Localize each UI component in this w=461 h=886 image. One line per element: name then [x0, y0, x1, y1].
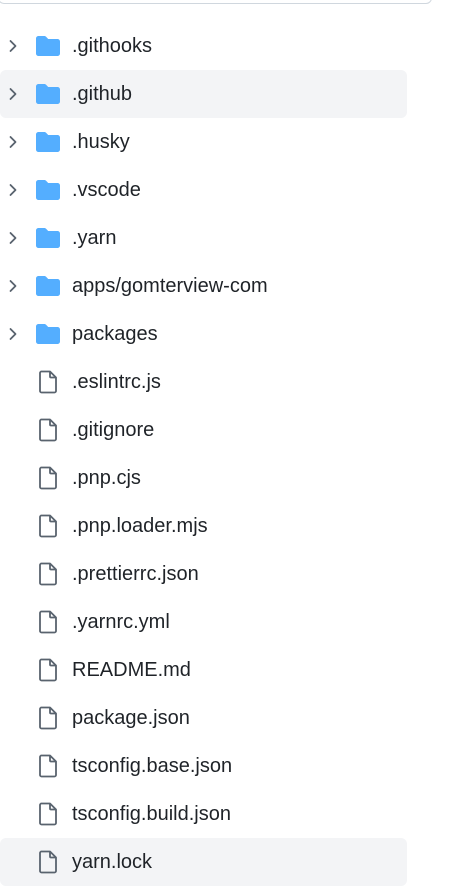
file-icon	[34, 850, 62, 874]
chevron-right-icon[interactable]	[6, 183, 20, 197]
tree-row-file[interactable]: .prettierrc.json	[0, 550, 461, 598]
chevron-right-icon[interactable]	[6, 87, 20, 101]
tree-row-folder[interactable]: .github	[0, 70, 461, 118]
folder-icon	[34, 34, 62, 58]
chevron-right-icon[interactable]	[6, 39, 20, 53]
tree-item-name: .husky	[72, 131, 130, 153]
tree-row-file[interactable]: .eslintrc.js	[0, 358, 461, 406]
tree-item-name: .github	[72, 83, 133, 105]
tree-row-file[interactable]: package.json	[0, 694, 461, 742]
tree-item-name: yarn.lock	[72, 851, 153, 873]
tree-row-folder[interactable]: .yarn	[0, 214, 461, 262]
tree-item-name: .vscode	[72, 179, 141, 201]
tree-row-file[interactable]: tsconfig.build.json	[0, 790, 461, 838]
tree-row-file[interactable]: yarn.lock	[0, 838, 461, 886]
file-tree: .githooks .github .husky .vscode .yarn apps/g…	[0, 22, 461, 886]
tree-row-file[interactable]: .yarnrc.yml	[0, 598, 461, 646]
file-icon	[34, 754, 62, 778]
chevron-right-icon[interactable]	[6, 231, 20, 245]
folder-icon	[34, 82, 62, 106]
tree-row-folder[interactable]: .husky	[0, 118, 461, 166]
file-icon	[34, 370, 62, 394]
tree-row-file[interactable]: .pnp.cjs	[0, 454, 461, 502]
file-icon	[34, 418, 62, 442]
file-tree-panel-border	[0, 0, 432, 4]
folder-icon	[34, 178, 62, 202]
tree-item-name: .gitignore	[72, 419, 155, 441]
tree-row-folder[interactable]: .githooks	[0, 22, 461, 70]
chevron-right-icon[interactable]	[6, 135, 20, 149]
tree-item-name: apps/gomterview-com	[72, 275, 268, 297]
tree-item-name: README.md	[72, 659, 191, 681]
tree-item-name: package.json	[72, 707, 190, 729]
tree-row-folder[interactable]: apps/gomterview-com	[0, 262, 461, 310]
file-icon	[34, 514, 62, 538]
tree-item-name: .yarnrc.yml	[72, 611, 170, 633]
tree-item-name: tsconfig.build.json	[72, 803, 231, 825]
folder-icon	[34, 226, 62, 250]
folder-icon	[34, 130, 62, 154]
chevron-right-icon[interactable]	[6, 327, 20, 341]
file-icon	[34, 610, 62, 634]
tree-row-file[interactable]: README.md	[0, 646, 461, 694]
file-icon	[34, 658, 62, 682]
tree-row-file[interactable]: .gitignore	[0, 406, 461, 454]
folder-icon	[34, 274, 62, 298]
tree-row-file[interactable]: tsconfig.base.json	[0, 742, 461, 790]
folder-icon	[34, 322, 62, 346]
tree-row-folder[interactable]: .vscode	[0, 166, 461, 214]
chevron-right-icon[interactable]	[6, 279, 20, 293]
tree-item-name: .prettierrc.json	[72, 563, 199, 585]
file-icon	[34, 562, 62, 586]
tree-row-file[interactable]: .pnp.loader.mjs	[0, 502, 461, 550]
tree-item-name: .pnp.loader.mjs	[72, 515, 208, 537]
tree-item-name: packages	[72, 323, 158, 345]
tree-item-name: .yarn	[72, 227, 117, 249]
tree-row-folder[interactable]: packages	[0, 310, 461, 358]
tree-item-name: .pnp.cjs	[72, 467, 141, 489]
tree-item-name: .githooks	[72, 35, 153, 57]
file-icon	[34, 466, 62, 490]
file-icon	[34, 706, 62, 730]
file-icon	[34, 802, 62, 826]
tree-item-name: tsconfig.base.json	[72, 755, 233, 777]
tree-item-name: .eslintrc.js	[72, 371, 161, 393]
